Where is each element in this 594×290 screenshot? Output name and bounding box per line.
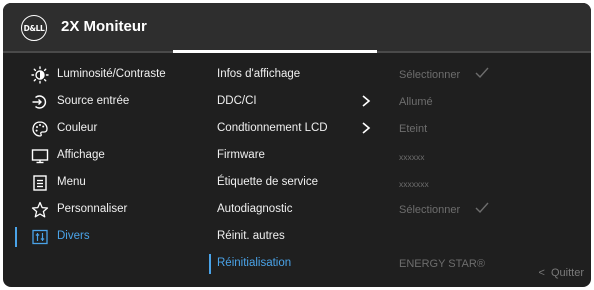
dell-logo: D&LL [21, 15, 47, 41]
display-icon [31, 147, 49, 165]
sub-item-service-tag[interactable]: Étiquette de service [217, 170, 392, 196]
menu-item-menu[interactable]: Menu [3, 170, 193, 196]
tab-indicator-active [173, 50, 377, 53]
input-source-icon [31, 93, 49, 111]
chevron-right-icon [361, 95, 371, 107]
sub-item-firmware[interactable]: Firmware [217, 143, 392, 169]
tab-indicator-right [377, 51, 591, 53]
menu-item-display[interactable]: Affichage [3, 143, 193, 169]
tab-indicator-left [3, 51, 173, 53]
menu-item-label: Divers [57, 230, 90, 242]
menu-item-misc[interactable]: Divers [3, 224, 193, 250]
selection-indicator [15, 227, 17, 247]
sub-item-lcd-conditioning[interactable]: Condtionnement LCD [217, 116, 392, 142]
star-icon [31, 201, 49, 219]
menu-item-input-source[interactable]: Source entrée [3, 89, 193, 115]
sub-item-label: Firmware [217, 149, 265, 161]
sub-item-label: Réinit. autres [217, 230, 285, 242]
sub-item-label: Réinitialisation [217, 257, 292, 269]
value-text: Eteint [399, 123, 428, 135]
check-icon [475, 67, 489, 79]
menu-item-brightness-contrast[interactable]: Luminosité/Contraste [3, 62, 193, 88]
value-text: xxxxxxx [399, 179, 429, 189]
value-text: ENERGY STAR® [399, 258, 485, 270]
sub-item-ddc-ci[interactable]: DDC/CI [217, 89, 392, 115]
menu-item-label: Menu [57, 176, 86, 188]
osd-title: 2X Moniteur [61, 18, 147, 35]
chevron-left-icon: < [538, 267, 545, 279]
sub-item-label: Condtionnement LCD [217, 122, 328, 134]
sub-item-label: Autodiagnostic [217, 203, 293, 215]
chevron-right-icon [361, 122, 371, 134]
menu-item-label: Source entrée [57, 95, 130, 107]
menu-item-label: Personnaliser [57, 203, 128, 215]
value-text: Sélectionner [399, 204, 461, 216]
osd-header: D&LL 2X Moniteur [3, 3, 591, 51]
quit-button[interactable]: < Quitter [539, 267, 584, 279]
sub-item-self-diagnostic[interactable]: Autodiagnostic [217, 197, 392, 223]
monitor-osd-window: D&LL 2X Moniteur Luminosité/Contraste So… [3, 3, 591, 287]
brightness-icon [31, 66, 49, 84]
menu-item-color[interactable]: Couleur [3, 116, 193, 142]
sub-item-reset-other[interactable]: Réinit. autres [217, 224, 392, 250]
misc-icon [31, 228, 49, 246]
menu-item-label: Couleur [57, 122, 98, 134]
check-icon [475, 202, 489, 214]
value-text: xxxxxx [399, 152, 425, 162]
value-text: Sélectionner [399, 69, 461, 81]
sub-item-label: Infos d'affichage [217, 68, 301, 80]
menu-item-label: Luminosité/Contraste [57, 68, 166, 80]
sub-item-label: Étiquette de service [217, 176, 319, 188]
sub-item-display-info[interactable]: Infos d'affichage [217, 62, 392, 88]
sub-item-factory-reset[interactable]: Réinitialisation [209, 251, 392, 277]
quit-label: Quitter [550, 267, 584, 279]
menu-item-personalize[interactable]: Personnaliser [3, 197, 193, 223]
palette-icon [31, 120, 49, 138]
selection-indicator [209, 254, 211, 274]
menu-icon [31, 174, 49, 192]
sub-item-label: DDC/CI [217, 95, 257, 107]
menu-item-label: Affichage [57, 149, 105, 161]
value-text: Allumé [399, 96, 433, 108]
